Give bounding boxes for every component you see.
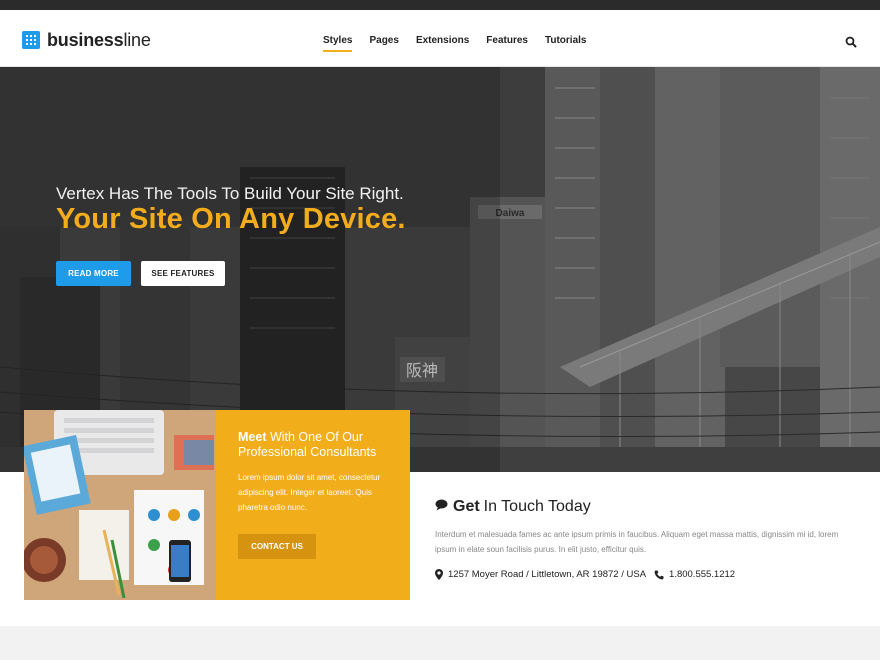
consultant-text: Lorem ipsum dolor sit amet, consectetur … [238, 473, 381, 512]
address-text: 1257 Moyer Road / Littletown, AR 19872 /… [448, 569, 647, 580]
nav-item-pages[interactable]: Pages [369, 35, 398, 47]
read-more-button[interactable]: READ MORE [56, 261, 131, 286]
get-in-touch-section: Get In Touch Today Interdum et malesuada … [435, 497, 855, 580]
phone-text[interactable]: 1.800.555.1212 [669, 569, 735, 580]
nav-item-extensions[interactable]: Extensions [416, 35, 469, 47]
see-features-button[interactable]: SEE FEATURES [141, 261, 225, 286]
get-in-touch-text: Interdum et malesuada fames ac ante ipsu… [435, 530, 839, 554]
contact-us-button[interactable]: CONTACT US [238, 534, 316, 559]
chat-bubble-icon [435, 497, 448, 517]
logo-text: businessline [47, 30, 151, 50]
nav-item-styles[interactable]: Styles [323, 35, 353, 52]
phone-icon [654, 570, 664, 580]
logo[interactable]: businessline [22, 30, 151, 50]
top-bar [0, 0, 880, 10]
hero-subtitle: Vertex Has The Tools To Build Your Site … [56, 184, 404, 203]
contact-info: 1257 Moyer Road / Littletown, AR 19872 /… [435, 569, 855, 580]
map-pin-icon [435, 569, 443, 580]
consultant-card: Meet With One Of Our Professional Consul… [216, 410, 410, 600]
desk-photo-image [24, 410, 216, 600]
footer-band [0, 626, 880, 660]
nav-item-features[interactable]: Features [486, 35, 528, 47]
main-nav: Styles Pages Extensions Features Tutoria… [323, 35, 603, 52]
hero-title: Your Site On Any Device. [56, 203, 406, 235]
logo-grid-icon [22, 31, 40, 49]
consultant-title: Meet With One Of Our Professional Consul… [238, 430, 377, 459]
nav-item-tutorials[interactable]: Tutorials [545, 35, 586, 47]
search-icon[interactable] [845, 35, 857, 48]
get-in-touch-title: Get In Touch Today [435, 497, 855, 517]
site-header: businessline Styles Pages Extensions Fea… [0, 10, 880, 67]
